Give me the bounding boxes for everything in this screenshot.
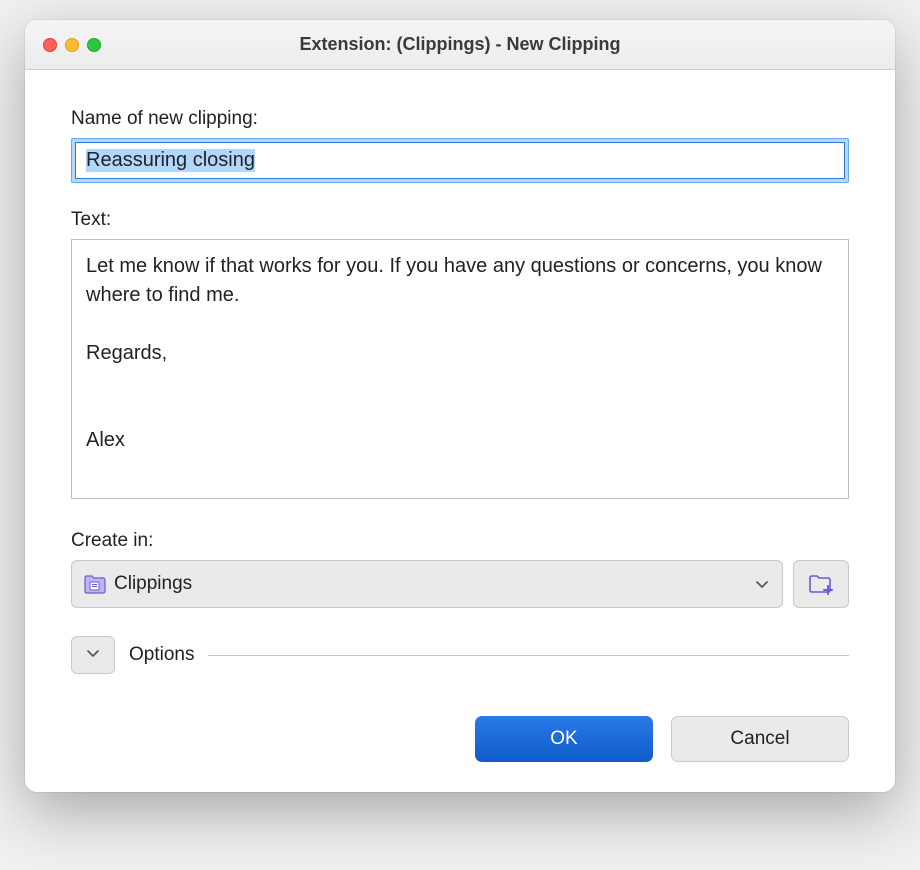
clipping-text-input[interactable]	[71, 239, 849, 499]
ok-button[interactable]: OK	[475, 716, 653, 762]
clippings-folder-icon	[84, 574, 106, 594]
close-window-icon[interactable]	[43, 38, 57, 52]
clipping-name-input[interactable]	[75, 142, 845, 179]
clipping-name-focus-ring	[71, 138, 849, 183]
new-folder-button[interactable]	[793, 560, 849, 608]
chevron-down-icon	[85, 645, 101, 666]
options-row: Options	[71, 636, 849, 674]
folder-select[interactable]: Clippings	[71, 560, 783, 608]
minimize-window-icon[interactable]	[65, 38, 79, 52]
folder-select-value: Clippings	[114, 573, 746, 595]
chevron-down-icon	[754, 576, 770, 592]
create-in-label: Create in:	[71, 530, 849, 552]
clipping-text-label: Text:	[71, 209, 849, 231]
clipping-name-label: Name of new clipping:	[71, 108, 849, 130]
dialog-buttons: OK Cancel	[71, 716, 849, 762]
maximize-window-icon[interactable]	[87, 38, 101, 52]
window-controls	[43, 38, 101, 52]
options-toggle-button[interactable]	[71, 636, 115, 674]
create-in-row: Clippings	[71, 560, 849, 608]
dialog-window: Extension: (Clippings) - New Clipping Na…	[25, 20, 895, 792]
new-folder-icon	[808, 573, 834, 595]
window-title: Extension: (Clippings) - New Clipping	[25, 34, 895, 55]
options-divider	[208, 655, 849, 656]
options-label: Options	[129, 644, 194, 666]
titlebar: Extension: (Clippings) - New Clipping	[25, 20, 895, 70]
cancel-button[interactable]: Cancel	[671, 716, 849, 762]
dialog-content: Name of new clipping: Text: Create in: C…	[25, 70, 895, 792]
